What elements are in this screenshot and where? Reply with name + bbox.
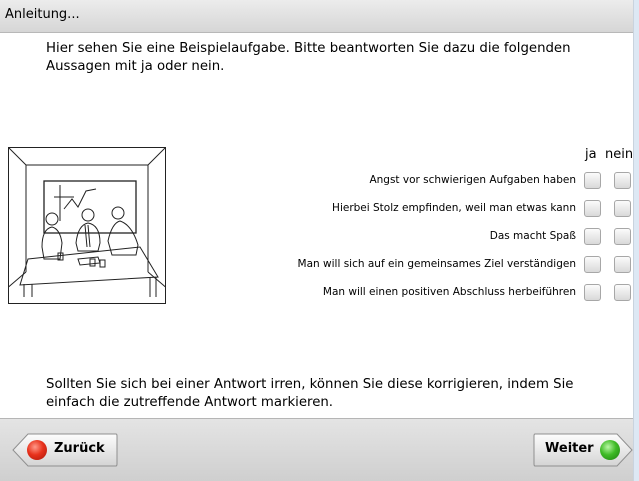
- statement-row: Angst vor schwierigen Aufgaben haben: [200, 171, 633, 193]
- answer-ja-checkbox[interactable]: [584, 284, 601, 301]
- answer-ja-checkbox[interactable]: [584, 172, 601, 189]
- statement-row: Man will einen positiven Abschluss herbe…: [200, 283, 633, 305]
- window-title: Anleitung...: [5, 7, 80, 22]
- back-red-indicator-icon: [27, 440, 47, 460]
- answer-ja-checkbox[interactable]: [584, 228, 601, 245]
- person-left: [41, 212, 63, 260]
- statement-label: Man will einen positiven Abschluss herbe…: [322, 286, 576, 298]
- answer-nein-checkbox[interactable]: [614, 200, 631, 217]
- statement-row: Man will sich auf ein gemeinsames Ziel v…: [200, 255, 633, 277]
- back-button[interactable]: Zurück: [12, 433, 118, 467]
- intro-text: Hier sehen Sie eine Beispielaufgabe. Bit…: [46, 41, 571, 74]
- next-button[interactable]: Weiter: [533, 433, 633, 467]
- statement-label: Angst vor schwierigen Aufgaben haben: [369, 174, 576, 186]
- answer-ja-checkbox[interactable]: [584, 256, 601, 273]
- example-scene-illustration: [8, 147, 166, 304]
- column-header-ja: ja: [585, 147, 597, 162]
- statement-label: Hierbei Stolz empfinden, weil man etwas …: [332, 202, 576, 214]
- back-button-label: Zurück: [54, 441, 105, 456]
- illustration-frame: [8, 147, 166, 304]
- person-middle: [75, 208, 101, 252]
- statement-row: Das macht Spaß: [200, 227, 633, 249]
- dialog-window: Anleitung... Hier sehen Sie eine Beispie…: [0, 0, 634, 481]
- column-header-nein: nein: [605, 147, 634, 162]
- statement-label: Das macht Spaß: [489, 230, 576, 242]
- statement-label: Man will sich auf ein gemeinsames Ziel v…: [297, 258, 576, 270]
- answer-nein-checkbox[interactable]: [614, 172, 631, 189]
- title-bar: Anleitung...: [0, 0, 633, 33]
- meeting-table: [19, 246, 159, 297]
- answer-nein-checkbox[interactable]: [614, 256, 631, 273]
- correction-hint-text: Sollten Sie sich bei einer Antwort irren…: [46, 377, 574, 410]
- answer-nein-checkbox[interactable]: [614, 284, 631, 301]
- statement-row: Hierbei Stolz empfinden, weil man etwas …: [200, 199, 633, 221]
- answer-ja-checkbox[interactable]: [584, 200, 601, 217]
- answer-nein-checkbox[interactable]: [614, 228, 631, 245]
- next-green-indicator-icon: [600, 440, 620, 460]
- navigation-bar: Zurück Weiter: [0, 418, 633, 481]
- next-button-label: Weiter: [545, 441, 594, 456]
- presentation-board: [43, 180, 137, 234]
